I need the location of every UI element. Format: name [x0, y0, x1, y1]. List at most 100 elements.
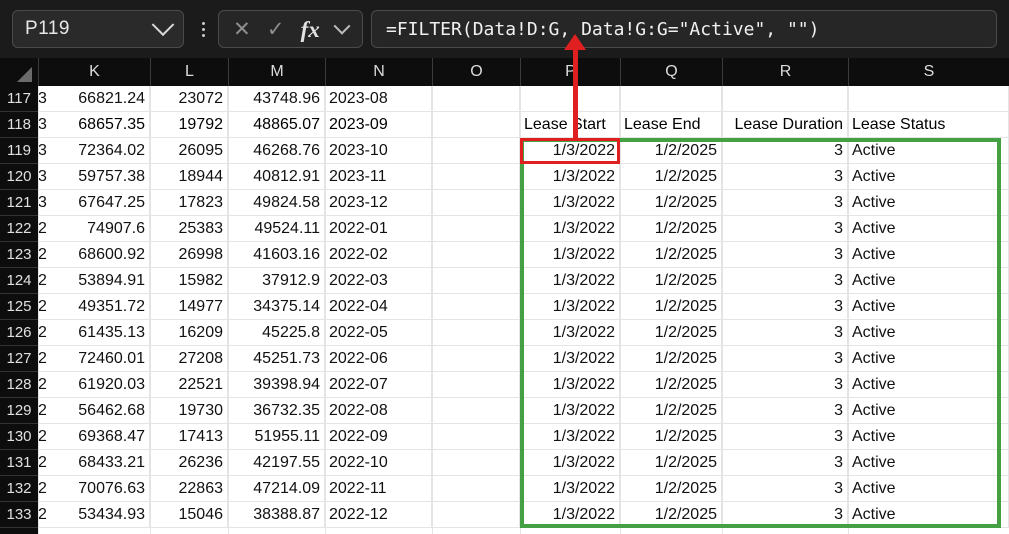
table-row[interactable]: 2 68433.21 26236 42197.55 2022-10 1/3/2022 1/2…: [0, 450, 1009, 476]
row-header-133[interactable]: 133: [0, 502, 38, 528]
cell-k-129[interactable]: 56462.68: [38, 398, 150, 423]
cell-r-133[interactable]: 3: [722, 502, 848, 527]
cell-l-131[interactable]: 26236: [150, 450, 228, 475]
cell-q-117[interactable]: [620, 86, 722, 111]
table-row[interactable]: 2 74907.6 25383 49524.11 2022-01 1/3/2022 1/2/…: [0, 216, 1009, 242]
formula-input[interactable]: =FILTER(Data!D:G, Data!G:G="Active", ""): [371, 10, 997, 48]
cell-q-122[interactable]: 1/2/2025: [620, 216, 722, 241]
cell-r-132[interactable]: 3: [722, 476, 848, 501]
row-header-121[interactable]: 121: [0, 190, 38, 216]
cell-o-119[interactable]: [432, 138, 520, 163]
select-all-corner[interactable]: [0, 58, 38, 86]
row-header-125[interactable]: 125: [0, 294, 38, 320]
cell-n-127[interactable]: 2022-06: [325, 346, 432, 371]
cell-p-123[interactable]: 1/3/2022: [520, 242, 620, 267]
table-row[interactable]: 3 67647.25 17823 49824.58 2023-12 1/3/2022 1/2…: [0, 190, 1009, 216]
cell-o-133[interactable]: [432, 502, 520, 527]
cell-o-117[interactable]: [432, 86, 520, 111]
column-header-q[interactable]: Q: [620, 58, 722, 86]
cell-q-120[interactable]: 1/2/2025: [620, 164, 722, 189]
cell-o-122[interactable]: [432, 216, 520, 241]
confirm-icon[interactable]: ✓: [267, 19, 285, 40]
column-header-r[interactable]: R: [722, 58, 848, 86]
column-header-p[interactable]: P: [520, 58, 620, 86]
cell-r-124[interactable]: 3: [722, 268, 848, 293]
cell-q-131[interactable]: 1/2/2025: [620, 450, 722, 475]
cell-r-123[interactable]: 3: [722, 242, 848, 267]
cell-l-124[interactable]: 15982: [150, 268, 228, 293]
cell-o-126[interactable]: [432, 320, 520, 345]
table-row[interactable]: 3 72364.02 26095 46268.76 2023-10 1/3/2022 1/2…: [0, 138, 1009, 164]
cell-n-129[interactable]: 2022-08: [325, 398, 432, 423]
cell-s-128[interactable]: Active: [848, 372, 1009, 397]
cell-q-121[interactable]: 1/2/2025: [620, 190, 722, 215]
cell-o-128[interactable]: [432, 372, 520, 397]
table-row[interactable]: 2 72460.01 27208 45251.73 2022-06 1/3/2022 1/2…: [0, 346, 1009, 372]
cell-r-120[interactable]: 3: [722, 164, 848, 189]
cell-k-119[interactable]: 72364.02: [38, 138, 150, 163]
cell-p-122[interactable]: 1/3/2022: [520, 216, 620, 241]
cell-s-121[interactable]: Active: [848, 190, 1009, 215]
cell-m-130[interactable]: 51955.11: [228, 424, 325, 449]
cell-o-127[interactable]: [432, 346, 520, 371]
cell-r-122[interactable]: 3: [722, 216, 848, 241]
cell-s-132[interactable]: Active: [848, 476, 1009, 501]
column-header-k[interactable]: K: [38, 58, 150, 86]
cell-n-119[interactable]: 2023-10: [325, 138, 432, 163]
chevron-down-icon[interactable]: [151, 13, 175, 37]
cell-r-130[interactable]: 3: [722, 424, 848, 449]
table-row[interactable]: 2 61435.13 16209 45225.8 2022-05 1/3/2022 1/2/…: [0, 320, 1009, 346]
column-header-n[interactable]: N: [325, 58, 432, 86]
cell-r-121[interactable]: 3: [722, 190, 848, 215]
cell-n-133[interactable]: 2022-12: [325, 502, 432, 527]
row-header-118[interactable]: 118: [0, 112, 38, 138]
row-header-122[interactable]: 122: [0, 216, 38, 242]
cell-l-133[interactable]: 15046: [150, 502, 228, 527]
cell-l-125[interactable]: 14977: [150, 294, 228, 319]
cell-m-120[interactable]: 40812.91: [228, 164, 325, 189]
cell-p-127[interactable]: 1/3/2022: [520, 346, 620, 371]
table-row[interactable]: 3 66821.24 23072 43748.96 2023-08: [0, 86, 1009, 112]
cell-l-119[interactable]: 26095: [150, 138, 228, 163]
cell-r-125[interactable]: 3: [722, 294, 848, 319]
table-row[interactable]: 2 68600.92 26998 41603.16 2022-02 1/3/2022 1/2…: [0, 242, 1009, 268]
cell-q-126[interactable]: 1/2/2025: [620, 320, 722, 345]
cell-r-118[interactable]: Lease Duration: [722, 112, 848, 137]
cell-s-131[interactable]: Active: [848, 450, 1009, 475]
column-header-o[interactable]: O: [432, 58, 520, 86]
cell-k-127[interactable]: 72460.01: [38, 346, 150, 371]
cell-q-125[interactable]: 1/2/2025: [620, 294, 722, 319]
column-header-l[interactable]: L: [150, 58, 228, 86]
cell-m-133[interactable]: 38388.87: [228, 502, 325, 527]
row-header-128[interactable]: 128: [0, 372, 38, 398]
cell-q-124[interactable]: 1/2/2025: [620, 268, 722, 293]
cell-n-122[interactable]: 2022-01: [325, 216, 432, 241]
cell-s-130[interactable]: Active: [848, 424, 1009, 449]
cell-p-121[interactable]: 1/3/2022: [520, 190, 620, 215]
row-header-127[interactable]: 127: [0, 346, 38, 372]
cell-r-129[interactable]: 3: [722, 398, 848, 423]
cell-m-117[interactable]: 43748.96: [228, 86, 325, 111]
cell-p-126[interactable]: 1/3/2022: [520, 320, 620, 345]
table-row[interactable]: 2 53894.91 15982 37912.9 2022-03 1/3/2022 1/2/…: [0, 268, 1009, 294]
cell-p-131[interactable]: 1/3/2022: [520, 450, 620, 475]
cell-o-125[interactable]: [432, 294, 520, 319]
cell-k-126[interactable]: 61435.13: [38, 320, 150, 345]
cell-m-132[interactable]: 47214.09: [228, 476, 325, 501]
cell-l-123[interactable]: 26998: [150, 242, 228, 267]
cell-n-117[interactable]: 2023-08: [325, 86, 432, 111]
cell-m-118[interactable]: 48865.07: [228, 112, 325, 137]
table-row[interactable]: 2 49351.72 14977 34375.14 2022-04 1/3/2022 1/2…: [0, 294, 1009, 320]
cell-m-121[interactable]: 49824.58: [228, 190, 325, 215]
cell-q-133[interactable]: 1/2/2025: [620, 502, 722, 527]
cell-m-125[interactable]: 34375.14: [228, 294, 325, 319]
cell-s-125[interactable]: Active: [848, 294, 1009, 319]
cell-p-130[interactable]: 1/3/2022: [520, 424, 620, 449]
cell-m-123[interactable]: 41603.16: [228, 242, 325, 267]
row-header-132[interactable]: 132: [0, 476, 38, 502]
cell-k-125[interactable]: 49351.72: [38, 294, 150, 319]
cell-r-128[interactable]: 3: [722, 372, 848, 397]
cell-l-130[interactable]: 17413: [150, 424, 228, 449]
table-row[interactable]: 3 59757.38 18944 40812.91 2023-11 1/3/2022 1/2…: [0, 164, 1009, 190]
cell-p-124[interactable]: 1/3/2022: [520, 268, 620, 293]
